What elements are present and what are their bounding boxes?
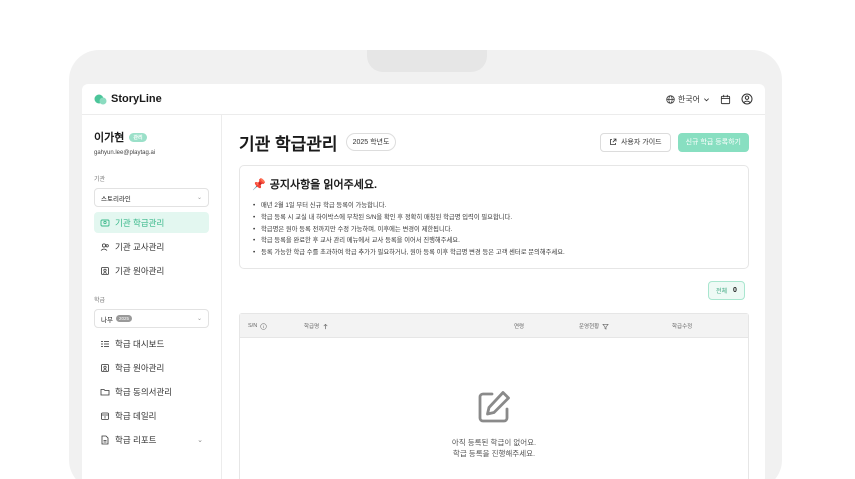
column-label: S/N — [248, 323, 258, 329]
device-notch — [367, 50, 487, 72]
notice-item: 학급명은 원아 등록 전까지만 수정 가능하며, 이후에는 변경이 제한됩니다. — [252, 224, 736, 236]
column-status[interactable]: 운영현황 — [579, 314, 610, 338]
org-select[interactable]: 스토리라인 ⌄ — [94, 188, 209, 207]
column-label: 학급수정 — [672, 324, 693, 330]
sidebar-item-label: 기관 원아관리 — [115, 265, 165, 276]
user-guide-button[interactable]: 사용자 가이드 — [599, 132, 671, 152]
sidebar-item-label: 학급 리포트 — [115, 434, 157, 445]
column-label: 운영현황 — [579, 324, 600, 330]
empty-state: 아직 등록된 학급이 없어요. 학급 등록을 진행해주세요. — [240, 389, 748, 459]
sidebar-item-label: 학급 동의서관리 — [115, 386, 173, 397]
column-class-name[interactable]: 학급명 — [304, 314, 329, 338]
class-select-value: 나무 — [101, 316, 113, 324]
sidebar-item-org-teacher-management[interactable]: 기관 교사관리 — [94, 236, 209, 257]
chevron-down-icon[interactable]: ⌄ — [197, 436, 203, 444]
calendar-icon[interactable] — [720, 94, 731, 105]
sidebar-item-class-report[interactable]: 학급 리포트 ⌄ — [94, 429, 209, 450]
sidebar-item-class-consent-management[interactable]: 학급 동의서관리 — [94, 381, 209, 402]
main-content: 기관 학급관리 2025 학년도 사용자 가이드 신규 학급 등록하기 📌 공지… — [223, 115, 765, 479]
sort-up-icon — [322, 323, 329, 330]
class-year-badge: 2025 — [115, 315, 132, 322]
sidebar-item-class-daily[interactable]: 학급 데일리 — [94, 405, 209, 426]
classroom-icon — [100, 218, 110, 228]
table-header: S/N 학급명 연령 운영현황 학급수정 — [240, 314, 748, 338]
child-profile-icon — [100, 266, 110, 276]
folder-icon — [100, 387, 110, 397]
user-guide-label: 사용자 가이드 — [620, 139, 662, 146]
sidebar-item-org-child-management[interactable]: 기관 원아관리 — [94, 260, 209, 281]
sidebar-item-label: 학급 대시보드 — [115, 338, 165, 349]
sidebar-item-org-class-management[interactable]: 기관 학급관리 — [94, 212, 209, 233]
notice-title: 공지사항을 읽어주세요. — [269, 179, 378, 191]
column-edit: 학급수정 — [672, 314, 692, 338]
sidebar-item-label: 학급 데일리 — [115, 410, 157, 421]
sidebar: 이가현 관리 gahyun.lee@playtag.ai 기관 스토리라인 ⌄ … — [82, 115, 222, 479]
logo[interactable]: StoryLine — [94, 93, 162, 106]
notice-item: 학급 등록 시 교실 내 하이박스에 부착된 S/N을 확인 후 정확히 매칭된… — [252, 212, 736, 224]
top-bar: StoryLine 한국어 — [82, 84, 765, 115]
org-select-value: 스토리라인 — [101, 195, 131, 203]
column-label: 연령 — [514, 324, 525, 330]
column-age: 연령 — [514, 314, 524, 338]
dashboard-list-icon — [100, 339, 110, 349]
register-class-button[interactable]: 신규 학급 등록하기 — [677, 132, 749, 152]
user-name: 이가현 — [94, 132, 125, 144]
page-title: 기관 학급관리 — [239, 134, 338, 154]
language-label: 한국어 — [677, 94, 700, 104]
storyline-logo-icon — [94, 93, 107, 106]
notice-card: 📌 공지사항을 읽어주세요. 매년 2월 1일 부터 신규 학급 등록이 가능합… — [239, 165, 749, 269]
role-badge: 관리 — [129, 132, 147, 142]
empty-message-line1: 아직 등록된 학급이 없어요. — [451, 438, 537, 447]
chevron-down-icon: ⌄ — [196, 195, 202, 201]
logo-text: StoryLine — [111, 93, 162, 105]
class-section-label: 학급 — [94, 298, 106, 304]
notice-item: 학급 등록을 완료한 후 교사 관리 메뉴에서 교사 등록을 이어서 진행해주세… — [252, 235, 736, 247]
total-label: 전체 — [716, 289, 728, 295]
org-section-label: 기관 — [94, 177, 106, 183]
language-selector[interactable]: 한국어 — [666, 94, 710, 105]
app-screen: StoryLine 한국어 이가현 관리 gahyun.lee@playtag.… — [82, 84, 765, 479]
chevron-down-icon — [703, 96, 710, 103]
daily-photo-icon — [100, 411, 110, 421]
users-icon — [100, 242, 110, 252]
class-select[interactable]: 나무 2025 ⌄ — [94, 309, 209, 328]
globe-icon — [666, 94, 675, 104]
pushpin-icon: 📌 — [252, 178, 266, 191]
external-link-icon — [609, 138, 617, 146]
user-profile-icon[interactable] — [741, 93, 753, 105]
column-sn[interactable]: S/N — [248, 314, 267, 338]
child-profile-icon — [100, 363, 110, 373]
school-year-chip: 2025 학년도 — [345, 133, 397, 151]
notice-list: 매년 2월 1일 부터 신규 학급 등록이 가능합니다. 학급 등록 시 교실 … — [252, 200, 736, 259]
total-count: 0 — [733, 287, 737, 294]
class-table: S/N 학급명 연령 운영현황 학급수정 아직 등록된 학급이 없어요. 학급 … — [239, 313, 749, 479]
sidebar-item-label: 기관 학급관리 — [115, 217, 165, 228]
report-document-icon — [100, 435, 110, 445]
sidebar-item-class-dashboard[interactable]: 학급 대시보드 — [94, 333, 209, 354]
filter-icon[interactable] — [602, 323, 610, 330]
edit-icon — [476, 389, 512, 425]
total-count-chip[interactable]: 전체 0 — [708, 281, 745, 300]
user-email: gahyun.lee@playtag.ai — [94, 150, 156, 156]
notice-item: 등록 가능한 학급 수를 초과하여 학급 추가가 필요하거나, 원아 등록 이후… — [252, 247, 736, 259]
info-icon — [260, 322, 267, 330]
sidebar-item-label: 학급 원아관리 — [115, 362, 165, 373]
chevron-down-icon: ⌄ — [196, 316, 202, 322]
sidebar-item-class-child-management[interactable]: 학급 원아관리 — [94, 357, 209, 378]
sidebar-item-label: 기관 교사관리 — [115, 241, 165, 252]
notice-item: 매년 2월 1일 부터 신규 학급 등록이 가능합니다. — [252, 200, 736, 212]
column-label: 학급명 — [304, 324, 320, 330]
empty-message-line2: 학급 등록을 진행해주세요. — [452, 449, 536, 458]
